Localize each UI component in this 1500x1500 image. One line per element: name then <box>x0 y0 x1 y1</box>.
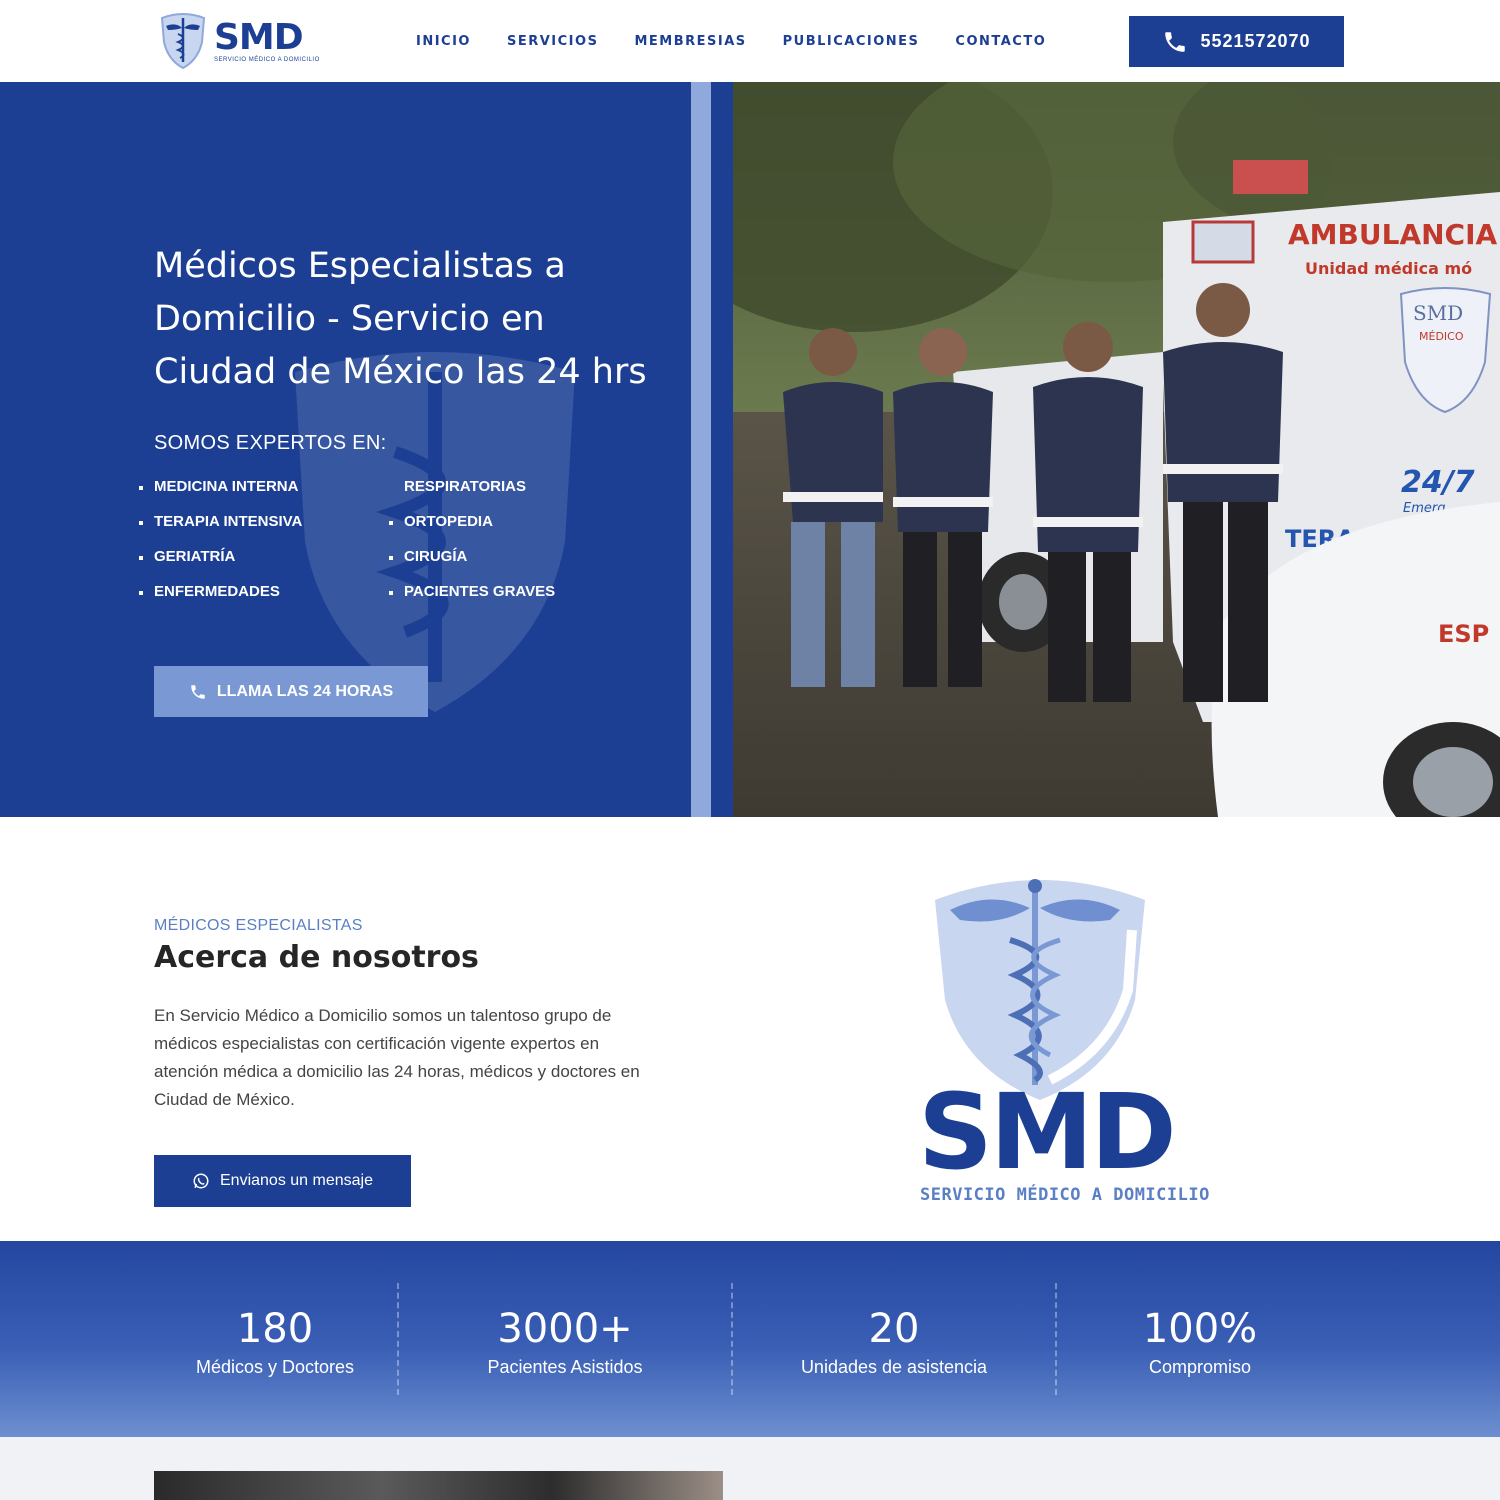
ambulance-subtext: Unidad médica mó <box>1305 259 1472 278</box>
about-text: En Servicio Médico a Domicilio somos un … <box>154 1006 640 1109</box>
main-nav: INICIO SERVICIOS MEMBRESIAS PUBLICACIONE… <box>416 34 1046 49</box>
stat-value: 100% <box>1142 1306 1258 1352</box>
about-logo-wordmark: SMD <box>918 1071 1177 1193</box>
site-header: SMD SERVICIO MÉDICO A DOMICILIO INICIO S… <box>0 0 1500 82</box>
stat-patients: 3000+ Pacientes Asistidos <box>455 1305 675 1378</box>
nav-contacto[interactable]: CONTACTO <box>955 34 1046 49</box>
brand-logo[interactable]: SMD SERVICIO MÉDICO A DOMICILIO <box>158 12 320 70</box>
stat-value: 3000+ <box>497 1306 633 1352</box>
nav-inicio[interactable]: INICIO <box>416 34 471 49</box>
hero-team-photo: AMBULANCIA CU Unidad médica mó SMD MÉDIC… <box>733 82 1500 817</box>
stat-value: 180 <box>236 1306 314 1352</box>
call-24h-button[interactable]: LLAMA LAS 24 HORAS <box>154 666 428 717</box>
hero-section: Médicos Especialistas a Domicilio - Serv… <box>0 82 1500 817</box>
list-item: GERIATRÍA <box>138 547 302 582</box>
header-phone-button[interactable]: 5521572070 <box>1129 16 1344 67</box>
stats-band: 180 Médicos y Doctores 3000+ Pacientes A… <box>0 1241 1500 1437</box>
logo-wordmark: SMD <box>214 17 304 58</box>
stat-label: Pacientes Asistidos <box>487 1357 643 1377</box>
hero-divider-stripe <box>711 82 733 817</box>
stat-label: Compromiso <box>1148 1357 1252 1377</box>
nav-membresias[interactable]: MEMBRESIAS <box>634 34 746 49</box>
ambulance-text: AMBULANCIA CU <box>1288 218 1500 251</box>
list-item: PACIENTES GRAVES <box>388 582 555 617</box>
list-item: RESPIRATORIAS <box>404 478 526 495</box>
list-item: TERAPIA INTENSIVA <box>138 512 302 547</box>
phone-icon <box>1165 31 1186 52</box>
hero-subtitle: SOMOS EXPERTOS EN: <box>154 432 387 454</box>
phone-icon <box>191 684 205 699</box>
logo-tagline: SERVICIO MÉDICO A DOMICILIO <box>214 57 320 63</box>
caduceus-shield-icon <box>160 13 206 70</box>
whatsapp-icon <box>193 1173 209 1189</box>
nav-publicaciones[interactable]: PUBLICACIONES <box>783 34 920 49</box>
send-message-button[interactable]: Envianos un mensaje <box>154 1155 411 1207</box>
stat-label: Médicos y Doctores <box>195 1357 355 1377</box>
about-kicker: MÉDICOS ESPECIALISTAS <box>154 917 363 934</box>
hero-panel: Médicos Especialistas a Domicilio - Serv… <box>0 82 691 817</box>
ambulance-shield-subtext: MÉDICO <box>1419 330 1464 343</box>
list-item: MEDICINA INTERNA <box>138 477 302 512</box>
stat-divider <box>1055 1283 1057 1395</box>
stat-value: 20 <box>868 1306 920 1352</box>
stat-label: Unidades de asistencia <box>800 1357 988 1377</box>
list-item: ORTOPEDIA <box>388 512 555 547</box>
section-photo <box>154 1471 723 1500</box>
stat-divider <box>731 1283 733 1395</box>
call-button-label: LLAMA LAS 24 HORAS <box>216 682 394 700</box>
send-message-label: Envianos un mensaje <box>220 1172 373 1189</box>
specialty-list-right: RESPIRATORIAS ORTOPEDIA CIRUGÍA PACIENTE… <box>388 477 555 617</box>
stat-doctors: 180 Médicos y Doctores <box>175 1305 375 1378</box>
about-title: Acerca de nosotros <box>154 940 479 975</box>
header-phone-number: 5521572070 <box>1200 31 1311 51</box>
list-item: CIRUGÍA <box>388 547 555 582</box>
stat-commitment: 100% Compromiso <box>1100 1305 1300 1378</box>
ambulance-24-7: 24/7 <box>1401 465 1475 500</box>
car-text: ESP <box>1438 620 1489 648</box>
list-item: ENFERMEDADES <box>138 582 302 617</box>
ambulance-shield-text: SMD <box>1413 301 1463 325</box>
next-section <box>0 1437 1500 1500</box>
hero-divider-stripe <box>691 82 711 817</box>
stat-units: 20 Unidades de asistencia <box>779 1305 1009 1378</box>
specialty-list-left: MEDICINA INTERNA TERAPIA INTENSIVA GERIA… <box>138 477 302 617</box>
about-logo-tagline: SERVICIO MÉDICO A DOMICILIO <box>920 1185 1210 1205</box>
stat-divider <box>397 1283 399 1395</box>
hero-title: Médicos Especialistas a Domicilio - Serv… <box>154 246 647 392</box>
nav-servicios[interactable]: SERVICIOS <box>507 34 598 49</box>
